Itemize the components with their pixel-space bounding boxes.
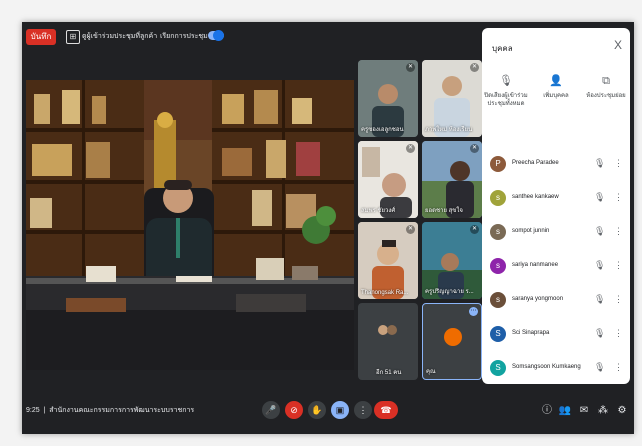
participant-name: ครูซองเอลูกชอน	[361, 127, 404, 133]
more-vert-icon[interactable]: ⋮	[614, 328, 623, 339]
clock-label: 9:25	[26, 407, 40, 414]
participant-tile-6[interactable]: ✕ ครูปริญญาฉาย ร...	[422, 222, 482, 299]
bottom-bar: 9:25 | สำนักงานคณะกรรมการการพัฒนาระบบราช…	[22, 388, 634, 434]
participant-name: santhee kankaew	[512, 194, 559, 200]
participant-row[interactable]: S Sci Sinaprapa 🎙 ⋮	[490, 326, 626, 346]
mic-off-icon: ✕	[406, 144, 415, 153]
mic-off-icon[interactable]: 🎙	[594, 362, 605, 373]
avatar: S	[490, 360, 506, 376]
avatar: s	[490, 292, 506, 308]
more-vert-icon[interactable]: ⋮	[614, 362, 623, 373]
participant-name: Thanongsak Ra...	[361, 290, 409, 296]
participant-row[interactable]: S Somsangsoon Kumkaeng 🎙 ⋮	[490, 360, 626, 380]
mic-off-icon: ✕	[470, 144, 479, 153]
action-label: เพิ่มบุคคล	[543, 93, 569, 99]
participant-name: ภาพใหม่ ห้องเรียน	[425, 127, 473, 133]
participant-tile-2[interactable]: ✕ ภาพใหม่ ห้องเรียน	[422, 60, 482, 137]
participant-name: sariya nanmanee	[512, 262, 559, 268]
activities-icon[interactable]: ⁂	[596, 404, 610, 418]
participant-name: คุณ	[426, 369, 436, 375]
meeting-title: สำนักงานคณะกรรมการการพัฒนาระบบราชการ	[49, 407, 195, 414]
self-view-tile[interactable]: ⋯ คุณ	[422, 303, 482, 380]
present-screen-button[interactable]: ▣	[331, 401, 349, 419]
meeting-window: บันทึก ⊞ ดูผู้เข้าร่วมประชุมที่ลูกค้า เร…	[22, 22, 634, 434]
add-person-icon: 👤	[549, 75, 563, 87]
self-avatar	[444, 328, 462, 346]
avatar: s	[490, 190, 506, 206]
mic-off-icon[interactable]: 🎙	[594, 260, 605, 271]
participant-tile-4[interactable]: ✕ ยอดชาย สุขใจ	[422, 141, 482, 218]
participant-name: ยอดชาย สุขใจ	[425, 208, 463, 214]
more-participants-tile[interactable]: อีก 51 คน	[358, 303, 418, 380]
more-vert-icon[interactable]: ⋮	[614, 294, 623, 305]
main-speaker-video	[26, 80, 354, 370]
speaker-scene	[26, 80, 354, 370]
meeting-time: 9:25 | สำนักงานคณะกรรมการการพัฒนาระบบราช…	[26, 407, 195, 414]
mic-off-icon[interactable]: 🎙	[594, 158, 605, 169]
participant-row[interactable]: s sompot junnin 🎙 ⋮	[490, 224, 626, 244]
people-icon[interactable]: 👥	[558, 404, 572, 418]
screenshot-frame: บันทึก ⊞ ดูผู้เข้าร่วมประชุมที่ลูกค้า เร…	[0, 0, 642, 446]
chat-icon[interactable]: ✉	[577, 404, 591, 418]
menu-item-meeting[interactable]: เรียกการประชุม	[160, 31, 208, 42]
mic-off-icon[interactable]: 🎙	[594, 226, 605, 237]
participant-name: Sci Sinaprapa	[512, 330, 550, 336]
people-panel: บุคคล X 🎙 ปิดเสียงผู้เข้าร่วมประชุมทั้งหม…	[482, 28, 630, 384]
mute-all-button[interactable]: 🎙 ปิดเสียงผู้เข้าร่วมประชุมทั้งหมด	[484, 74, 528, 108]
action-label: ห้องประชุมย่อย	[586, 93, 626, 99]
participant-row[interactable]: s saranya yongmoon 🎙 ⋮	[490, 292, 626, 312]
more-vert-icon[interactable]: ⋮	[614, 192, 623, 203]
more-vert-icon[interactable]: ⋮	[614, 226, 623, 237]
more-options-button[interactable]: ⋮	[354, 401, 372, 419]
breakout-rooms-button[interactable]: ⧉ ห้องประชุมย่อย	[584, 74, 628, 100]
participant-row[interactable]: s sariya nanmanee 🎙 ⋮	[490, 258, 626, 278]
caption-toggle[interactable]	[208, 30, 224, 41]
avatar: S	[490, 326, 506, 342]
avatar: s	[490, 224, 506, 240]
more-vert-icon[interactable]: ⋮	[614, 260, 623, 271]
mic-off-icon[interactable]: 🎙	[594, 328, 605, 339]
more-options-icon[interactable]: ⋯	[469, 307, 478, 316]
present-icon[interactable]: ⊞	[66, 30, 80, 44]
leave-call-button[interactable]: ☎	[374, 401, 398, 419]
breakout-icon: ⧉	[602, 75, 610, 87]
mic-off-icon[interactable]: 🎙	[594, 294, 605, 305]
avatar: P	[490, 156, 506, 172]
action-label: ปิดเสียงผู้เข้าร่วมประชุมทั้งหมด	[484, 93, 528, 107]
mic-off-icon: ✕	[470, 63, 479, 72]
participant-tile-1[interactable]: ✕ ครูซองเอลูกชอน	[358, 60, 418, 137]
add-people-button[interactable]: 👤 เพิ่มบุคคล	[534, 74, 578, 100]
raise-hand-button[interactable]: ✋	[308, 401, 326, 419]
record-button[interactable]: บันทึก	[26, 29, 56, 45]
participant-row[interactable]: s santhee kankaew 🎙 ⋮	[490, 190, 626, 210]
avatar	[387, 325, 397, 335]
mute-all-icon: 🎙	[499, 75, 513, 87]
participant-name: sompot junnin	[512, 228, 550, 234]
top-bar: บันทึก ⊞ ดูผู้เข้าร่วมประชุมที่ลูกค้า เร…	[22, 22, 480, 52]
meeting-details-icon[interactable]: ⓘ	[540, 404, 554, 418]
panel-title: บุคคล	[492, 44, 513, 53]
more-participants-count: อีก 51 คน	[376, 370, 402, 376]
host-controls-icon[interactable]: ⚙	[615, 404, 629, 418]
mic-off-icon: ✕	[406, 63, 415, 72]
participant-name: Preecha Paradee	[512, 160, 559, 166]
participant-name: ครูปริญญาฉาย ร...	[425, 289, 474, 295]
mic-off-icon: ✕	[406, 225, 415, 234]
close-icon[interactable]: X	[614, 38, 622, 52]
mic-off-icon: ✕	[470, 225, 479, 234]
participant-name: saranya yongmoon	[512, 296, 564, 302]
microphone-button[interactable]: 🎤	[262, 401, 280, 419]
participant-name: Somsangsoon Kumkaeng	[512, 364, 581, 370]
camera-off-button[interactable]: ⊘	[285, 401, 303, 419]
mic-off-icon[interactable]: 🎙	[594, 192, 605, 203]
avatar: s	[490, 258, 506, 274]
participant-row[interactable]: P Preecha Paradee 🎙 ⋮	[490, 156, 626, 176]
menu-item-participants[interactable]: ดูผู้เข้าร่วมประชุมที่ลูกค้า	[82, 31, 157, 42]
participant-tile-5[interactable]: ✕ Thanongsak Ra...	[358, 222, 418, 299]
participant-tile-3[interactable]: ✕ สมพร ชัยวงศ์	[358, 141, 418, 218]
more-vert-icon[interactable]: ⋮	[614, 158, 623, 169]
participant-name: สมพร ชัยวงศ์	[361, 208, 396, 214]
